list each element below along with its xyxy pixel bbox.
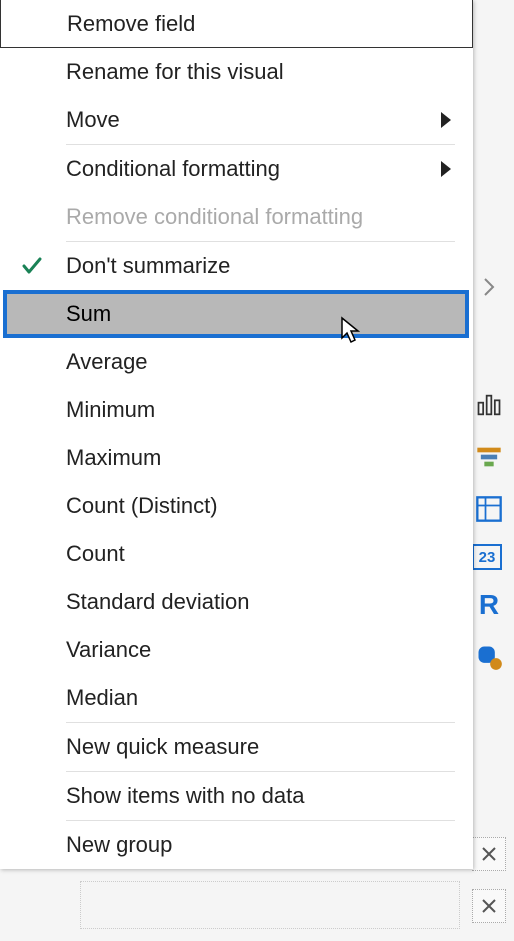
visualizations-toolbar: 23 R [472,270,506,674]
menu-item-label: Remove field [67,11,454,37]
funnel-chart-icon[interactable] [472,440,506,474]
menu-item-new-group[interactable]: New group [0,821,473,869]
menu-item-label: Don't summarize [66,253,455,279]
menu-item-label: New quick measure [66,734,455,760]
menu-item-average[interactable]: Average [0,338,473,386]
close-button[interactable] [472,837,506,871]
menu-item-label: Conditional formatting [66,156,441,182]
menu-item-move[interactable]: Move [0,96,473,144]
field-dropzone[interactable] [80,881,460,929]
menu-item-label: Count [66,541,455,567]
close-buttons-area [472,837,506,923]
menu-item-count-distinct[interactable]: Count (Distinct) [0,482,473,530]
menu-item-dont-summarize[interactable]: Don't summarize [0,242,473,290]
menu-item-standard-deviation[interactable]: Standard deviation [0,578,473,626]
expand-chevron-icon[interactable] [472,270,506,304]
menu-item-label: Standard deviation [66,589,455,615]
menu-item-median[interactable]: Median [0,674,473,722]
menu-item-label: Remove conditional formatting [66,204,455,230]
menu-item-label: Minimum [66,397,455,423]
checkmark-icon [18,254,46,278]
menu-item-minimum[interactable]: Minimum [0,386,473,434]
menu-item-conditional-formatting[interactable]: Conditional formatting [0,145,473,193]
menu-item-variance[interactable]: Variance [0,626,473,674]
menu-item-show-items-no-data[interactable]: Show items with no data [0,772,473,820]
column-chart-icon[interactable] [472,388,506,422]
menu-item-remove-conditional-formatting: Remove conditional formatting [0,193,473,241]
menu-item-label: Rename for this visual [66,59,455,85]
menu-item-label: Median [66,685,455,711]
icon-label: 23 [479,549,496,566]
menu-item-label: Move [66,107,441,133]
menu-item-label: Average [66,349,455,375]
menu-item-new-quick-measure[interactable]: New quick measure [0,723,473,771]
field-context-menu: Remove field Rename for this visual Move… [0,0,473,869]
icon-label: R [479,589,499,621]
menu-item-label: Show items with no data [66,783,455,809]
menu-item-sum[interactable]: Sum [0,290,473,338]
menu-item-label: Count (Distinct) [66,493,455,519]
matrix-icon[interactable] [472,492,506,526]
r-visual-icon[interactable]: R [472,588,506,622]
calendar-icon[interactable]: 23 [472,544,502,570]
menu-item-maximum[interactable]: Maximum [0,434,473,482]
menu-item-label: Sum [66,301,455,327]
menu-item-rename-visual[interactable]: Rename for this visual [0,48,473,96]
menu-item-count[interactable]: Count [0,530,473,578]
menu-item-remove-field[interactable]: Remove field [0,0,473,48]
close-button[interactable] [472,889,506,923]
menu-item-label: Maximum [66,445,455,471]
menu-item-label: Variance [66,637,455,663]
submenu-arrow-icon [441,112,451,128]
submenu-arrow-icon [441,161,451,177]
menu-item-label: New group [66,832,455,858]
python-visual-icon[interactable] [472,640,506,674]
